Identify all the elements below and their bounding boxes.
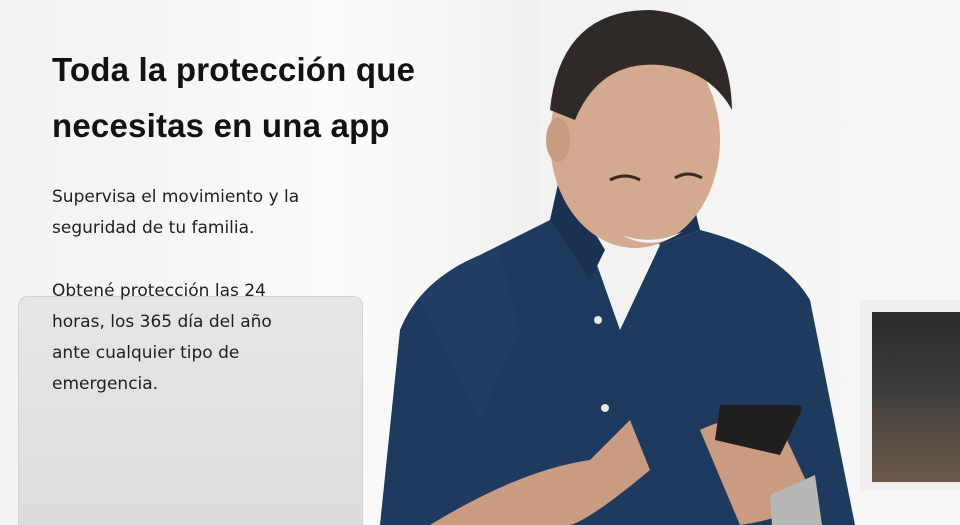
- hero-banner: Toda la protección que necesitas en una …: [0, 0, 960, 525]
- hero-paragraph-2: Obtené protección las 24 horas, los 365 …: [52, 281, 272, 394]
- hero-paragraph-1: Supervisa el movimiento y la seguridad d…: [52, 187, 300, 238]
- hero-headline: Toda la protección que necesitas en una …: [52, 51, 416, 144]
- hero-copy: Toda la protección que necesitas en una …: [52, 42, 472, 394]
- background-fireplace: [872, 312, 960, 482]
